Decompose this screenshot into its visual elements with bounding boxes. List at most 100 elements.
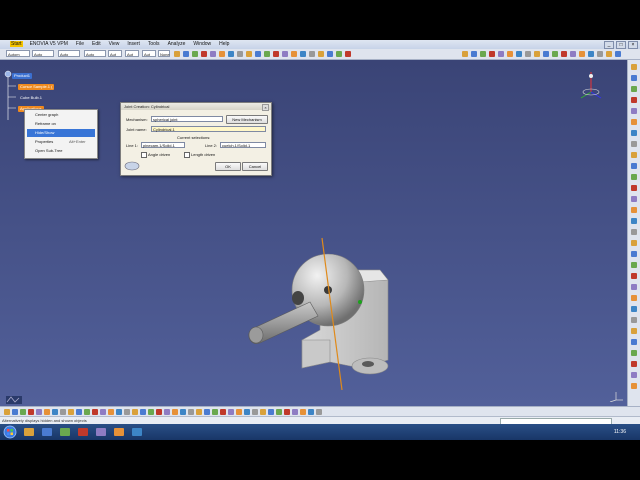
toolbar-tool-icon-10[interactable] xyxy=(255,51,261,57)
bottom-toolbar-icon-6[interactable] xyxy=(44,409,50,415)
toolbar-dropdown-3[interactable]: Auto xyxy=(58,50,80,57)
bottom-toolbar-icon-20[interactable] xyxy=(156,409,162,415)
right-toolbar-icon-18[interactable] xyxy=(631,251,637,257)
bottom-toolbar-icon-25[interactable] xyxy=(196,409,202,415)
bottom-toolbar-icon-2[interactable] xyxy=(12,409,18,415)
bottom-toolbar-icon-7[interactable] xyxy=(52,409,58,415)
menu-analyze[interactable]: Analyze xyxy=(167,41,187,47)
taskbar-app-icon-5[interactable] xyxy=(96,428,106,436)
toolbar-view-icon-14[interactable] xyxy=(579,51,585,57)
menu-help[interactable]: Help xyxy=(218,41,230,47)
taskbar-app-icon-7[interactable] xyxy=(132,428,142,436)
toolbar-tool-icon-1[interactable] xyxy=(174,51,180,57)
toolbar-tool-icon-12[interactable] xyxy=(273,51,279,57)
bottom-toolbar-icon-40[interactable] xyxy=(316,409,322,415)
toolbar-view-icon-7[interactable] xyxy=(516,51,522,57)
right-toolbar-icon-9[interactable] xyxy=(631,152,637,158)
bottom-toolbar-icon-31[interactable] xyxy=(244,409,250,415)
toolbar-tool-icon-14[interactable] xyxy=(291,51,297,57)
bottom-toolbar-icon-16[interactable] xyxy=(124,409,130,415)
context-menu-item-properties[interactable]: Properties Alt+Enter xyxy=(27,138,95,146)
bottom-toolbar-icon-39[interactable] xyxy=(308,409,314,415)
right-toolbar-icon-12[interactable] xyxy=(631,185,637,191)
menu-tools[interactable]: Tools xyxy=(147,41,161,47)
toolbar-view-icon-2[interactable] xyxy=(471,51,477,57)
bottom-toolbar-icon-1[interactable] xyxy=(4,409,10,415)
right-toolbar-icon-28[interactable] xyxy=(631,361,637,367)
toolbar-tool-icon-7[interactable] xyxy=(228,51,234,57)
taskbar-app-icon-3[interactable] xyxy=(60,428,70,436)
bottom-toolbar-icon-33[interactable] xyxy=(260,409,266,415)
toolbar-tool-icon-19[interactable] xyxy=(336,51,342,57)
right-toolbar-icon-2[interactable] xyxy=(631,75,637,81)
toolbar-tool-icon-15[interactable] xyxy=(300,51,306,57)
bottom-toolbar-icon-38[interactable] xyxy=(300,409,306,415)
bottom-toolbar-icon-28[interactable] xyxy=(220,409,226,415)
right-toolbar-icon-7[interactable] xyxy=(631,130,637,136)
compass-icon[interactable] xyxy=(578,70,604,104)
bottom-toolbar-icon-34[interactable] xyxy=(268,409,274,415)
toolbar-tool-icon-4[interactable] xyxy=(201,51,207,57)
toolbar-tool-icon-8[interactable] xyxy=(237,51,243,57)
bottom-toolbar-icon-29[interactable] xyxy=(228,409,234,415)
angle-driven-checkbox[interactable] xyxy=(141,152,147,158)
right-toolbar-icon-29[interactable] xyxy=(631,372,637,378)
toolbar-tool-icon-3[interactable] xyxy=(192,51,198,57)
bottom-toolbar-icon-36[interactable] xyxy=(284,409,290,415)
right-toolbar-icon-21[interactable] xyxy=(631,284,637,290)
toolbar-dropdown-1[interactable]: Autom xyxy=(6,50,30,57)
bottom-toolbar-icon-13[interactable] xyxy=(100,409,106,415)
context-menu-item-reframe[interactable]: Reframe on xyxy=(27,120,95,128)
toolbar-tool-icon-13[interactable] xyxy=(282,51,288,57)
toolbar-tool-icon-5[interactable] xyxy=(210,51,216,57)
right-toolbar-icon-19[interactable] xyxy=(631,262,637,268)
bottom-toolbar-icon-8[interactable] xyxy=(60,409,66,415)
bottom-toolbar-icon-11[interactable] xyxy=(84,409,90,415)
toolbar-tool-icon-11[interactable] xyxy=(264,51,270,57)
bottom-toolbar-icon-24[interactable] xyxy=(188,409,194,415)
right-toolbar-icon-20[interactable] xyxy=(631,273,637,279)
bottom-toolbar-icon-23[interactable] xyxy=(180,409,186,415)
joint-name-field[interactable]: Cylindrical.1 xyxy=(151,126,266,132)
taskbar-app-icon-4[interactable] xyxy=(78,428,88,436)
toolbar-dropdown-4[interactable]: Auto xyxy=(84,50,106,57)
tree-node-cube-bulb[interactable]: Cube Bulb.1 xyxy=(18,95,44,101)
close-button[interactable]: × xyxy=(628,41,638,49)
toolbar-dropdown-7[interactable]: Aut xyxy=(142,50,156,57)
toolbar-view-icon-1[interactable] xyxy=(462,51,468,57)
toolbar-view-icon-6[interactable] xyxy=(507,51,513,57)
dialog-close-icon[interactable]: × xyxy=(262,104,269,111)
menu-start[interactable]: Start xyxy=(10,41,23,47)
context-menu-item-open-sub-tree[interactable]: Open Sub-Tree xyxy=(27,147,95,155)
right-toolbar-icon-5[interactable] xyxy=(631,108,637,114)
toolbar-tool-icon-16[interactable] xyxy=(309,51,315,57)
context-menu-item-center-graph[interactable]: Center graph xyxy=(27,111,95,119)
toolbar-dropdown-8[interactable]: None xyxy=(158,50,170,57)
menu-insert[interactable]: Insert xyxy=(126,41,141,47)
toolbar-view-icon-5[interactable] xyxy=(498,51,504,57)
toolbar-view-icon-12[interactable] xyxy=(561,51,567,57)
bottom-toolbar-icon-14[interactable] xyxy=(108,409,114,415)
right-toolbar-icon-17[interactable] xyxy=(631,240,637,246)
right-toolbar-icon-13[interactable] xyxy=(631,196,637,202)
toolbar-view-icon-17[interactable] xyxy=(606,51,612,57)
toolbar-tool-icon-17[interactable] xyxy=(318,51,324,57)
bottom-toolbar-icon-32[interactable] xyxy=(252,409,258,415)
toolbar-view-icon-10[interactable] xyxy=(543,51,549,57)
right-toolbar-icon-3[interactable] xyxy=(631,86,637,92)
right-toolbar-icon-14[interactable] xyxy=(631,207,637,213)
right-toolbar-icon-25[interactable] xyxy=(631,328,637,334)
toolbar-view-icon-3[interactable] xyxy=(480,51,486,57)
toolbar-view-icon-4[interactable] xyxy=(489,51,495,57)
right-toolbar-icon-24[interactable] xyxy=(631,317,637,323)
taskbar-app-icon-6[interactable] xyxy=(114,428,124,436)
bottom-toolbar-icon-10[interactable] xyxy=(76,409,82,415)
toolbar-view-icon-15[interactable] xyxy=(588,51,594,57)
right-toolbar-icon-30[interactable] xyxy=(631,383,637,389)
length-driven-checkbox[interactable] xyxy=(184,152,190,158)
bottom-toolbar-icon-4[interactable] xyxy=(28,409,34,415)
bottom-toolbar-icon-35[interactable] xyxy=(276,409,282,415)
bottom-toolbar-icon-19[interactable] xyxy=(148,409,154,415)
maximize-button[interactable]: □ xyxy=(616,41,626,49)
cancel-button[interactable]: Cancel xyxy=(242,162,268,171)
